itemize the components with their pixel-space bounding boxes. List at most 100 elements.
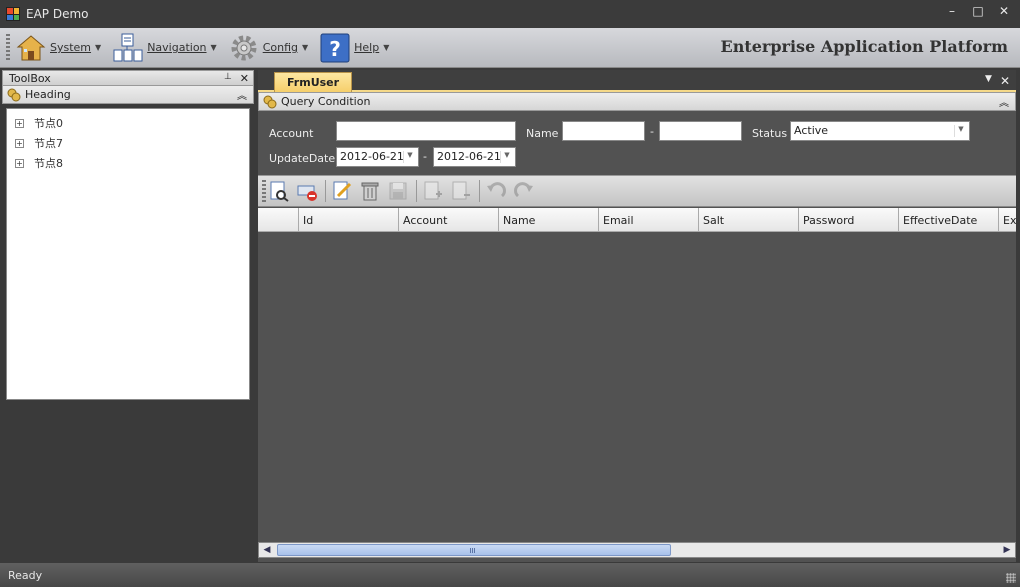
- tab-list-icon[interactable]: ▼: [985, 74, 992, 88]
- toolbox-title: ToolBox: [9, 71, 51, 85]
- account-label: Account: [269, 127, 314, 140]
- query-condition-title: Query Condition: [281, 95, 371, 108]
- delete-button[interactable]: [357, 178, 383, 204]
- date-from-picker[interactable]: 2012-06-21 ▼: [336, 147, 419, 167]
- gear-icon: [231, 35, 257, 60]
- tree-view[interactable]: + 节点0 + 节点7 + 节点8: [6, 108, 250, 400]
- tab-frmuser[interactable]: FrmUser: [274, 72, 353, 92]
- menu-navigation[interactable]: Navigation ▼: [113, 33, 217, 63]
- column-header-effectivedate[interactable]: EffectiveDate: [899, 208, 999, 232]
- house-icon: [16, 34, 46, 60]
- column-header-id[interactable]: Id: [299, 208, 399, 232]
- name-from-input[interactable]: [562, 121, 645, 141]
- scroll-left-icon[interactable]: ◀: [259, 543, 275, 557]
- trash-icon: [361, 182, 379, 201]
- chevron-down-icon: ▼: [210, 43, 217, 52]
- close-button[interactable]: ✕: [996, 4, 1012, 18]
- chevron-down-icon: ▼: [95, 43, 102, 52]
- status-select[interactable]: Active ▼: [790, 121, 970, 141]
- minimize-button[interactable]: –: [944, 4, 960, 18]
- data-grid[interactable]: Id Account Name Email Salt Password Effe…: [258, 208, 1016, 540]
- column-header-salt[interactable]: Salt: [699, 208, 799, 232]
- query-form: Account Name - Status Active ▼ UpdateDat…: [258, 111, 1016, 175]
- undo-button[interactable]: [483, 178, 509, 204]
- column-header-ex[interactable]: Ex: [999, 208, 1016, 232]
- document-area: FrmUser ▼ ✕ Query Condition ︽ Account Na…: [258, 70, 1016, 562]
- tree-node[interactable]: + 节点8: [7, 153, 249, 173]
- clear-button[interactable]: [294, 178, 320, 204]
- find-document-icon: [270, 181, 289, 202]
- toolbar-grip: [6, 33, 10, 62]
- tree-node[interactable]: + 节点7: [7, 133, 249, 153]
- toolbox-panel: ToolBox ⊥ ✕ Heading ︽ + 节点0 + 节点7 + 节点8: [2, 70, 254, 562]
- save-disk-icon: [389, 182, 407, 200]
- expand-icon[interactable]: +: [15, 158, 24, 168]
- expand-icon[interactable]: +: [15, 138, 24, 148]
- name-to-input[interactable]: [659, 121, 742, 141]
- window-title: EAP Demo: [26, 7, 89, 21]
- scroll-thumb[interactable]: [277, 544, 671, 556]
- column-header-name[interactable]: Name: [499, 208, 599, 232]
- chevron-down-icon: ▼: [301, 43, 309, 52]
- redo-button[interactable]: [511, 178, 537, 204]
- date-to-picker[interactable]: 2012-06-21 ▼: [433, 147, 516, 167]
- status-label: Status: [752, 127, 788, 140]
- expand-icon[interactable]: +: [15, 118, 24, 128]
- remove-icon: [297, 185, 317, 201]
- documents-tree-icon: [113, 33, 143, 61]
- tree-node[interactable]: + 节点0: [7, 113, 249, 133]
- account-input[interactable]: [336, 121, 516, 141]
- menu-system[interactable]: System ▼: [16, 33, 101, 63]
- redo-icon: [514, 182, 533, 198]
- edit-button[interactable]: [329, 178, 355, 204]
- undo-icon: [487, 182, 506, 198]
- collapse-icon[interactable]: ︽: [999, 94, 1009, 109]
- title-bar: EAP Demo – □ ✕: [0, 0, 1020, 28]
- close-icon[interactable]: ✕: [240, 72, 249, 85]
- column-header-selector[interactable]: [258, 208, 299, 232]
- maximize-button[interactable]: □: [970, 4, 986, 18]
- remove-row-button[interactable]: [448, 178, 474, 204]
- grid-header: Id Account Name Email Salt Password Effe…: [258, 208, 1016, 232]
- save-button[interactable]: [385, 178, 411, 204]
- tab-strip: FrmUser ▼ ✕: [258, 70, 1016, 92]
- date-range-separator: -: [423, 150, 427, 163]
- app-icon: [6, 7, 20, 21]
- updatedate-label: UpdateDate: [269, 152, 336, 165]
- edit-document-icon: [333, 181, 352, 200]
- scroll-right-icon[interactable]: ▶: [999, 543, 1015, 557]
- menu-help[interactable]: ? Help ▼: [320, 33, 389, 63]
- query-condition-bar[interactable]: Query Condition ︽: [258, 92, 1016, 111]
- column-header-password[interactable]: Password: [799, 208, 899, 232]
- name-range-separator: -: [650, 125, 654, 138]
- pin-icon[interactable]: ⊥: [224, 72, 232, 85]
- status-text: Ready: [8, 568, 43, 582]
- puzzle-icon: [7, 88, 21, 101]
- heading-label: Heading: [25, 88, 71, 101]
- chevron-down-icon[interactable]: ▼: [403, 151, 416, 163]
- add-document-icon: [424, 181, 442, 200]
- toolbox-header: ToolBox ⊥ ✕: [2, 70, 254, 86]
- search-button[interactable]: [266, 178, 292, 204]
- collapse-icon[interactable]: ︽: [237, 87, 247, 102]
- grid-toolbar: [258, 175, 1016, 207]
- help-question-icon: ?: [320, 33, 350, 62]
- chevron-down-icon: ▼: [383, 43, 390, 52]
- chevron-down-icon[interactable]: ▼: [954, 125, 967, 137]
- menu-config[interactable]: Config ▼: [229, 33, 308, 63]
- resize-grip-icon[interactable]: [1006, 573, 1016, 583]
- close-tab-icon[interactable]: ✕: [1000, 74, 1010, 88]
- name-label: Name: [526, 127, 559, 140]
- horizontal-scrollbar[interactable]: ◀ ▶: [258, 542, 1016, 558]
- chevron-down-icon[interactable]: ▼: [500, 151, 513, 163]
- puzzle-icon: [263, 95, 277, 108]
- brand-title: Enterprise Application Platform: [720, 37, 1008, 56]
- svg-text:?: ?: [329, 37, 341, 61]
- column-header-account[interactable]: Account: [399, 208, 499, 232]
- heading-bar[interactable]: Heading ︽: [2, 86, 254, 104]
- column-header-email[interactable]: Email: [599, 208, 699, 232]
- menu-bar: System ▼ Navigation ▼ Config ▼ ? Help ▼ …: [0, 28, 1020, 68]
- status-bar: Ready: [0, 563, 1020, 587]
- remove-document-icon: [452, 181, 470, 200]
- add-row-button[interactable]: [420, 178, 446, 204]
